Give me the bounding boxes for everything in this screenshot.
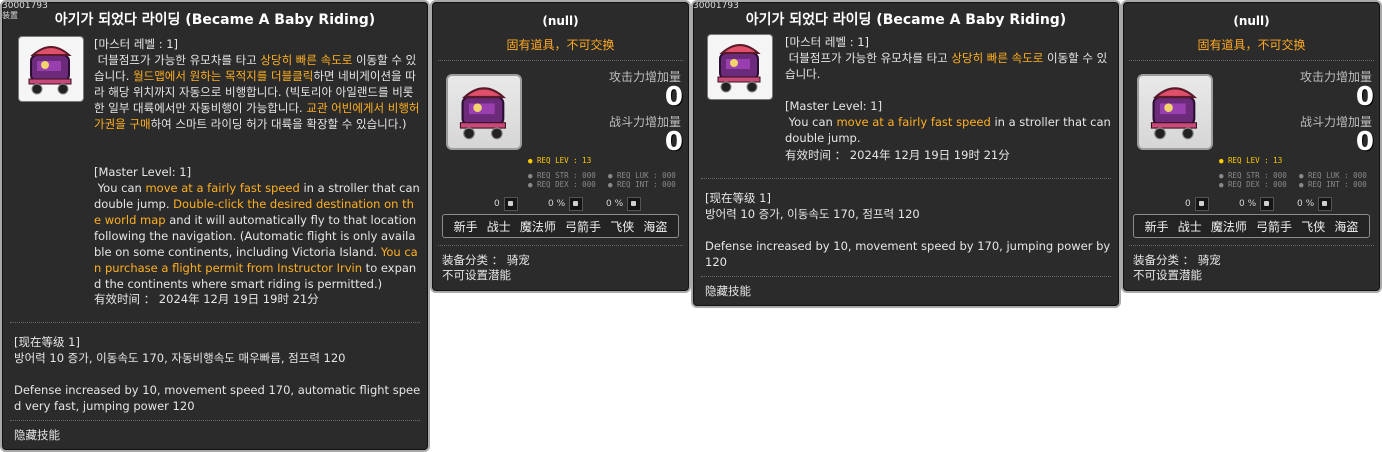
job-pirate: 海盗 [1334, 219, 1359, 234]
divider [701, 276, 1111, 277]
bonus-indicator: 0 % [606, 197, 642, 211]
expiry-time: 有效时间 ： 2024年 12月 19日 19时 21分 [94, 292, 319, 306]
stroller-icon [446, 74, 522, 150]
item-tooltip-panel-2: (null) 固有道具，不可交换 攻击力增加量 0 战斗力增加量 0 ● REQ… [1121, 0, 1382, 293]
divider [10, 322, 420, 323]
req-dex: ● REQ DEX : 000 [528, 180, 596, 189]
star-icon [1194, 197, 1209, 211]
item-tooltip-panel-1: (null) 固有道具，不可交换 攻击力增加量 0 战斗力增加量 0 ● REQ… [430, 0, 691, 293]
req-level: ● REQ LEV : 13 [528, 156, 592, 165]
bonus-icon [1318, 197, 1333, 211]
current-level-header: [现在等级 1] [14, 335, 80, 349]
divider [1129, 245, 1374, 246]
bonus-icon [627, 197, 642, 211]
divider [438, 60, 683, 61]
skill-tooltip-panel-1: 30001793 装置 아기가 되었다 라이딩 (Became A Baby R… [0, 0, 430, 452]
req-int: ● REQ INT : 000 [608, 180, 676, 189]
job-magician: 魔法师 [519, 219, 556, 234]
job-beginner: 新手 [453, 219, 478, 234]
job-thief: 飞侠 [610, 219, 635, 234]
job-magician: 魔法师 [1210, 219, 1247, 234]
skill-tooltip-panel-2: 30001793 아기가 되었다 라이딩 (Became A Baby Ridi… [691, 0, 1121, 308]
item-name: (null) [542, 14, 579, 28]
job-warrior: 战士 [486, 219, 511, 234]
potential-notice: 不可设置潜能 [1133, 268, 1202, 282]
power-increase-value: 0 [1355, 127, 1374, 157]
potential-indicator: 0 % [1239, 197, 1275, 211]
current-level-korean: 방어력 10 증가, 이동속도 170, 자동비행속도 매우빠름, 점프력 12… [14, 351, 346, 365]
job-thief: 飞侠 [1301, 219, 1326, 234]
description-korean: [마스터 레벨 : 1] 더블점프가 가능한 유모차를 타고 상당히 빠른 속도… [94, 37, 420, 131]
stroller-icon [18, 36, 84, 102]
divider [701, 178, 1111, 179]
stroller-icon [1137, 74, 1213, 150]
job-archer: 弓箭手 [1256, 219, 1293, 234]
skill-title: 아기가 되었다 라이딩 (Became A Baby Riding) [54, 12, 376, 28]
divider [1129, 60, 1374, 61]
item-name: (null) [1233, 14, 1270, 28]
divider [438, 245, 683, 246]
fixed-item-notice: 固有道具，不可交换 [506, 38, 615, 52]
skill-title: 아기가 되었다 라이딩 (Became A Baby Riding) [745, 12, 1067, 28]
stroller-icon [707, 34, 773, 100]
potential-indicator: 0 % [548, 197, 584, 211]
req-level: ● REQ LEV : 13 [1219, 156, 1283, 165]
potential-icon [1260, 197, 1275, 211]
description-korean: [마스터 레벨 : 1] 더블점프가 가능한 유모차를 타고 상당히 빠른 속도… [785, 35, 1108, 81]
current-level-header: [现在等级 1] [705, 191, 771, 205]
fixed-item-notice: 固有道具，不可交换 [1197, 38, 1306, 52]
job-archer: 弓箭手 [565, 219, 602, 234]
hidden-skill-label: 隐藏技能 [14, 428, 60, 442]
req-int: ● REQ INT : 000 [1299, 180, 1367, 189]
current-level-english: Defense increased by 10, movement speed … [14, 383, 421, 413]
star-force-indicator: 0 [1185, 197, 1209, 211]
job-beginner: 新手 [1144, 219, 1169, 234]
description-english: [Master Level: 1] You can move at a fair… [94, 165, 424, 291]
item-category: 装备分类 ： 骑宠 [1133, 253, 1221, 267]
current-level-korean: 방어력 10 증가, 이동속도 170, 점프력 120 [705, 207, 920, 221]
current-level-english: Defense increased by 10, movement speed … [705, 239, 1114, 269]
potential-notice: 不可设置潜能 [442, 268, 511, 282]
potential-icon [569, 197, 584, 211]
divider [10, 420, 420, 421]
power-increase-value: 0 [664, 127, 683, 157]
job-list: 新手 战士 魔法师 弓箭手 飞侠 海盗 [442, 214, 679, 238]
job-list: 新手 战士 魔法师 弓箭手 飞侠 海盗 [1133, 214, 1370, 238]
description-english: [Master Level: 1] You can move at a fair… [785, 99, 1115, 145]
attack-increase-value: 0 [664, 82, 683, 112]
bonus-indicator: 0 % [1297, 197, 1333, 211]
hidden-skill-label: 隐藏技能 [705, 284, 751, 298]
job-pirate: 海盗 [643, 219, 668, 234]
star-force-indicator: 0 [494, 197, 518, 211]
job-warrior: 战士 [1177, 219, 1202, 234]
item-category: 装备分类 ： 骑宠 [442, 253, 530, 267]
star-icon [503, 197, 518, 211]
expiry-time: 有效时间 ： 2024年 12月 19日 19时 21分 [785, 148, 1010, 162]
req-dex: ● REQ DEX : 000 [1219, 180, 1287, 189]
attack-increase-value: 0 [1355, 82, 1374, 112]
